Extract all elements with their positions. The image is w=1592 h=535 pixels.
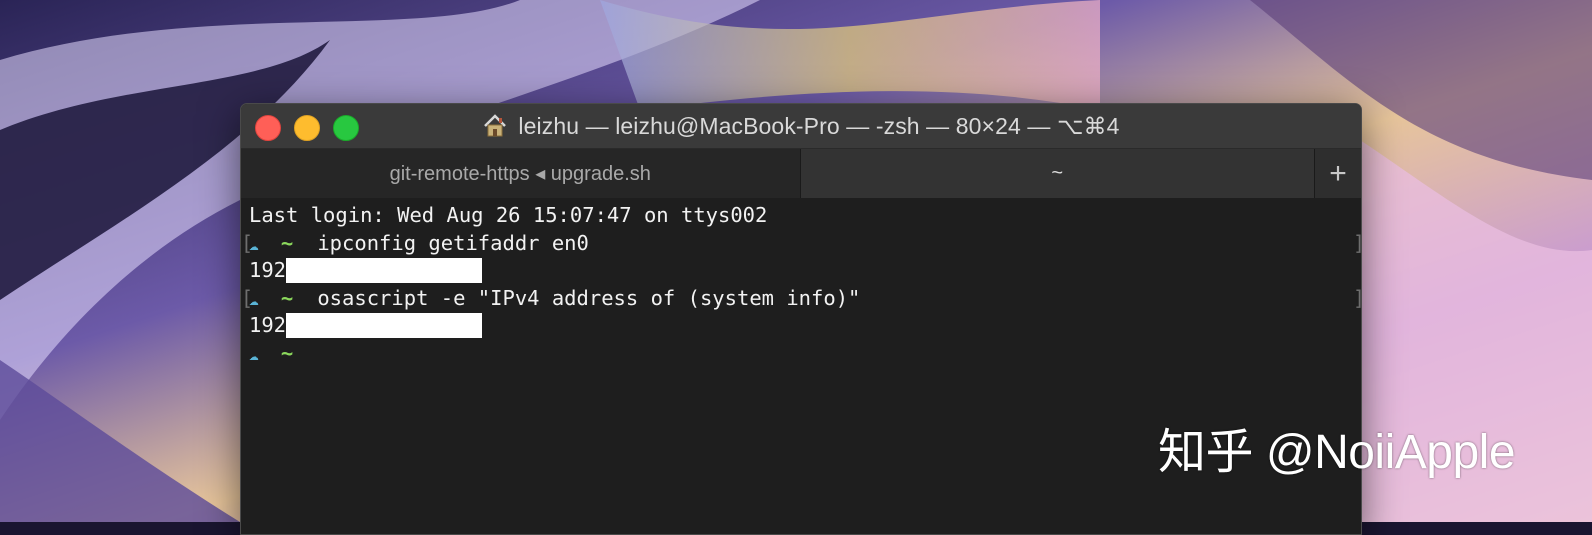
prompt-directory: ~ <box>280 230 294 255</box>
last-login-line: Last login: Wed Aug 26 15:07:47 on ttys0… <box>249 202 1361 230</box>
cloud-icon: ☁ <box>249 344 259 364</box>
command-text: osascript -e "IPv4 address of (system in… <box>317 285 861 310</box>
ip-prefix: 192 <box>249 313 287 337</box>
command-text: ipconfig getifaddr en0 <box>317 230 589 255</box>
redacted-box <box>286 313 483 338</box>
title-bar[interactable]: leizhu — leizhu@MacBook-Pro — -zsh — 80×… <box>241 104 1361 149</box>
terminal-output[interactable]: Last login: Wed Aug 26 15:07:47 on ttys0… <box>241 198 1361 367</box>
prompt-line: [☁ ~ osascript -e "IPv4 address of (syste… <box>241 285 1361 313</box>
redacted-box <box>286 258 483 283</box>
tab-bar: git-remote-https ◂ upgrade.sh ~ + <box>241 149 1361 198</box>
mark-bracket-left: [ <box>241 285 254 310</box>
house-icon <box>484 114 507 137</box>
mark-bracket-left: [ <box>241 230 254 255</box>
new-tab-button[interactable]: + <box>1314 149 1361 198</box>
window-title-text: leizhu — leizhu@MacBook-Pro — -zsh — 80×… <box>518 112 1120 139</box>
prompt-directory: ~ <box>280 340 294 365</box>
prompt-directory: ~ <box>280 285 294 310</box>
last-login-text: Last login: Wed Aug 26 15:07:47 on ttys0… <box>249 203 768 227</box>
tab-home[interactable]: ~ <box>800 149 1315 198</box>
watermark: 知乎 @NoiiApple <box>1158 426 1516 479</box>
plus-icon: + <box>1329 156 1347 190</box>
prompt-line: ☁ ~ <box>249 340 1361 368</box>
output-line: 192 <box>249 312 1361 340</box>
window-title: leizhu — leizhu@MacBook-Pro — -zsh — 80×… <box>241 104 1361 148</box>
tab-label: git-remote-https ◂ upgrade.sh <box>389 163 651 185</box>
tab-label: ~ <box>1051 162 1064 184</box>
prompt-line: [☁~ ipconfig getifaddr en0] <box>241 230 1361 258</box>
output-line: 192 <box>249 257 1361 285</box>
mark-bracket-right: ] <box>1353 230 1361 258</box>
mark-bracket-right: ] <box>1353 285 1361 313</box>
tab-git-remote-https[interactable]: git-remote-https ◂ upgrade.sh <box>241 149 801 198</box>
ip-prefix: 192 <box>249 258 287 282</box>
